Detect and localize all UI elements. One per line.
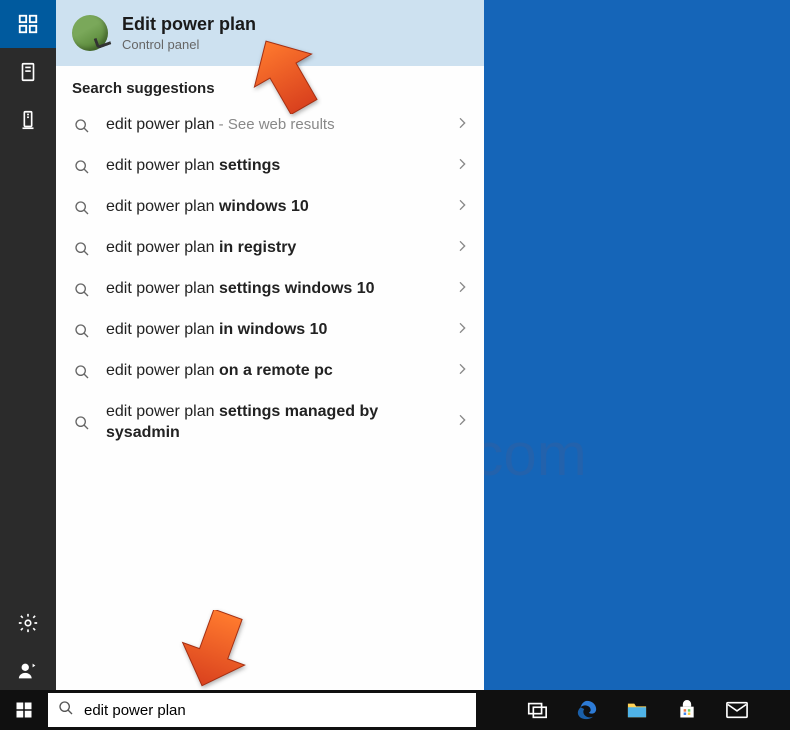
search-icon <box>72 159 92 175</box>
task-view-icon[interactable] <box>512 690 562 730</box>
mail-icon[interactable] <box>712 690 762 730</box>
suggestion-item[interactable]: edit power plan settings windows 10 <box>56 269 484 310</box>
suggestion-text: edit power plan - See web results <box>106 115 440 136</box>
search-icon <box>72 364 92 380</box>
sidebar-feedback-icon[interactable] <box>0 647 56 695</box>
suggestion-text: edit power plan settings <box>106 156 440 177</box>
best-match-subtitle: Control panel <box>122 37 256 52</box>
suggestion-text: edit power plan in windows 10 <box>106 320 440 341</box>
best-match-item[interactable]: Edit power plan Control panel <box>56 0 484 66</box>
suggestion-text: edit power plan on a remote pc <box>106 361 440 382</box>
sidebar-settings-icon[interactable] <box>0 599 56 647</box>
taskbar-search[interactable] <box>48 693 476 727</box>
best-match-title: Edit power plan <box>122 14 256 35</box>
search-icon <box>72 323 92 339</box>
suggestion-item[interactable]: edit power plan in windows 10 <box>56 310 484 351</box>
suggestion-item[interactable]: edit power plan - See web results <box>56 105 484 146</box>
sidebar-documents-icon[interactable] <box>0 48 56 96</box>
search-icon <box>72 415 92 431</box>
sidebar-home-icon[interactable] <box>0 0 56 48</box>
chevron-right-icon <box>454 412 470 433</box>
suggestion-text: edit power plan settings windows 10 <box>106 279 440 300</box>
chevron-right-icon <box>454 279 470 300</box>
search-icon <box>58 700 74 721</box>
suggestion-text: edit power plan in registry <box>106 238 440 259</box>
taskbar <box>0 690 790 730</box>
suggestion-item[interactable]: edit power plan in registry <box>56 228 484 269</box>
chevron-right-icon <box>454 197 470 218</box>
suggestion-text: edit power plan windows 10 <box>106 197 440 218</box>
suggestion-item[interactable]: edit power plan on a remote pc <box>56 351 484 392</box>
suggestions-header: Search suggestions <box>56 66 484 105</box>
chevron-right-icon <box>454 238 470 259</box>
suggestion-item[interactable]: edit power plan windows 10 <box>56 187 484 228</box>
suggestion-item[interactable]: edit power plan settings <box>56 146 484 187</box>
chevron-right-icon <box>454 320 470 341</box>
start-button[interactable] <box>0 690 48 730</box>
suggestion-text: edit power plan settings managed by sysa… <box>106 402 440 444</box>
search-icon <box>72 118 92 134</box>
file-explorer-icon[interactable] <box>612 690 662 730</box>
cortana-sidebar <box>0 0 56 695</box>
power-plan-icon <box>72 15 108 51</box>
chevron-right-icon <box>454 361 470 382</box>
suggestions-list: edit power plan - See web results edit po… <box>56 105 484 454</box>
search-input[interactable] <box>84 702 466 719</box>
chevron-right-icon <box>454 115 470 136</box>
sidebar-tower-icon[interactable] <box>0 96 56 144</box>
edge-icon[interactable] <box>562 690 612 730</box>
suggestion-item[interactable]: edit power plan settings managed by sysa… <box>56 392 484 454</box>
search-results-panel: Edit power plan Control panel Search sug… <box>56 0 484 690</box>
chevron-right-icon <box>454 156 470 177</box>
store-icon[interactable] <box>662 690 712 730</box>
search-icon <box>72 200 92 216</box>
search-icon <box>72 241 92 257</box>
search-icon <box>72 282 92 298</box>
